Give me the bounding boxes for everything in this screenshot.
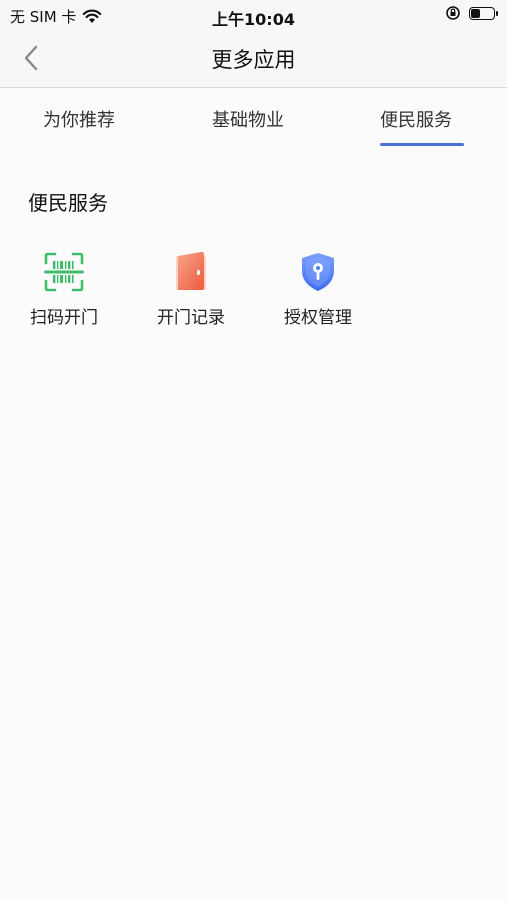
battery-icon xyxy=(469,6,498,20)
nav-bar: 更多应用 xyxy=(0,30,507,88)
section-title: 便民服务 xyxy=(28,191,108,215)
tab-bar: 为你推荐 基础物业 便民服务 xyxy=(0,88,507,150)
app-door-records[interactable]: 开门记录 xyxy=(146,250,236,328)
door-icon xyxy=(176,251,206,291)
app-authorization-management[interactable]: 授权管理 xyxy=(273,250,363,328)
page-title: 更多应用 xyxy=(211,48,296,72)
rotation-lock-icon xyxy=(446,6,460,20)
app-label: 授权管理 xyxy=(284,308,352,328)
tab-recommended[interactable]: 为你推荐 xyxy=(43,106,115,132)
scan-qr-icon xyxy=(44,252,84,292)
clock: 上午10:04 xyxy=(212,10,295,29)
tab-convenience-services[interactable]: 便民服务 xyxy=(380,106,452,132)
app-scan-open-door[interactable]: 扫码开门 xyxy=(19,250,109,328)
battery-fill xyxy=(471,8,480,18)
shield-key-icon xyxy=(302,253,334,291)
app-label: 开门记录 xyxy=(157,308,225,328)
status-icons xyxy=(445,5,498,21)
app-label: 扫码开门 xyxy=(30,308,98,328)
status-bar: 无 SIM 卡 上午10:04 xyxy=(0,0,507,30)
active-tab-indicator xyxy=(380,143,464,146)
tab-basic-property[interactable]: 基础物业 xyxy=(212,106,284,132)
